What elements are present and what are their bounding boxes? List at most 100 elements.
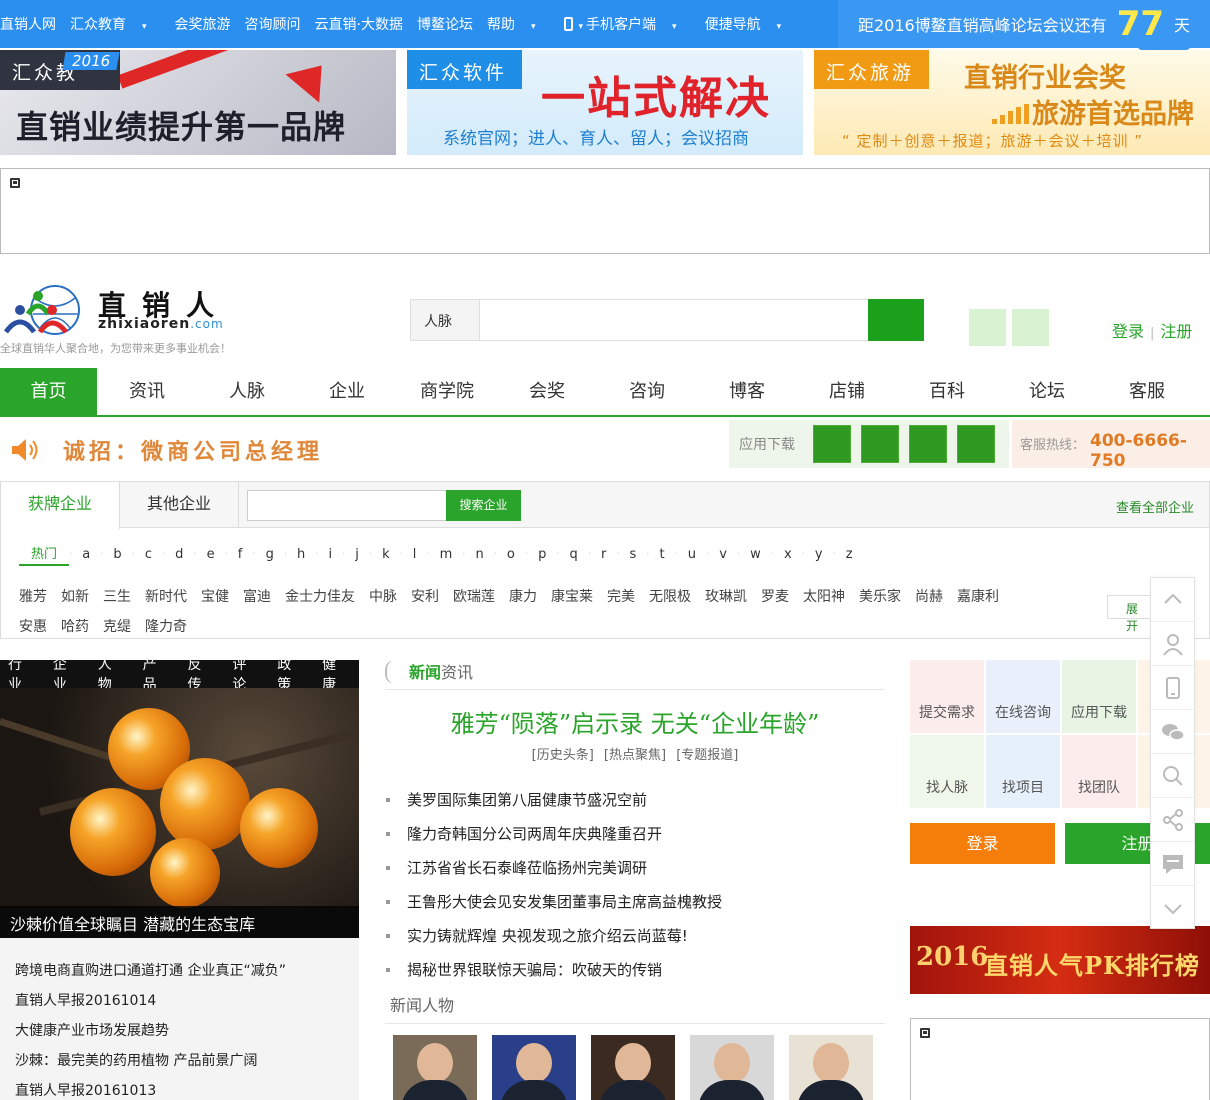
letter-f[interactable]: f [228,547,253,562]
brand-link[interactable]: 安惠 [19,619,47,635]
search-type-select[interactable]: 人脉 [411,300,480,340]
letter-p[interactable]: p [528,547,556,562]
letter-u[interactable]: u [678,547,706,562]
brand-link[interactable]: 太阳神 [803,589,845,605]
top-nav-education[interactable]: 汇众教育 ▾ [70,14,161,34]
person-photo-1[interactable] [393,1035,477,1100]
scroll-down-button[interactable] [1151,886,1194,930]
person-photo-5[interactable] [789,1035,873,1100]
brand-link[interactable]: 宝健 [201,589,229,605]
notice-text[interactable]: 诚招：微商公司总经理 [63,434,323,466]
letter-s[interactable]: s [620,547,647,562]
letter-y[interactable]: y [805,547,833,562]
quick-find-team[interactable]: 找团队 [1062,735,1136,808]
banner-software[interactable]: 汇众软件 一站式解决 系统官网；进人、育人、留人；会议招商 [407,50,803,155]
letter-e[interactable]: e [197,547,225,562]
brand-link[interactable]: 三生 [103,589,131,605]
search-input[interactable] [481,300,869,340]
brand-link[interactable]: 哈药 [61,619,89,635]
main-nav-news[interactable]: 资讯 [97,368,197,415]
letter-o[interactable]: o [497,547,525,562]
list-item[interactable]: 大健康产业市场发展趋势 [15,1020,169,1040]
company-search-button[interactable]: 搜索企业 [446,490,521,521]
main-nav-forum[interactable]: 论坛 [997,368,1097,415]
brand-link[interactable]: 罗麦 [761,589,789,605]
top-nav-consult[interactable]: 咨询顾问 [245,14,301,34]
top-nav-travel[interactable]: 会奖旅游 [175,14,231,34]
top-nav-quicknav[interactable]: 便捷导航 ▾ [705,14,796,34]
letter-r[interactable]: r [591,547,616,562]
letter-g[interactable]: g [256,547,284,562]
hotline-number[interactable]: 400-6666-750 [1090,431,1210,471]
top-nav-bigdata[interactable]: 云直销·大数据 [315,14,403,34]
quick-find-project[interactable]: 找项目 [986,735,1060,808]
view-all-companies[interactable]: 查看全部企业 [1116,497,1194,516]
letter-j[interactable]: j [345,547,369,562]
letter-x[interactable]: x [774,547,802,562]
app-icon-4[interactable] [957,425,995,463]
news-item[interactable]: 实力铸就辉煌 央视发现之旅介绍云尚蓝莓! [386,922,886,956]
news-item[interactable]: 隆力奇韩国分公司两周年庆典隆重召开 [386,820,886,854]
main-nav-blog[interactable]: 博客 [697,368,797,415]
brand-link[interactable]: 无限极 [649,589,691,605]
brand-link[interactable]: 欧瑞莲 [453,589,495,605]
top-nav-zhixiaoren[interactable]: 直销人网 [0,14,56,34]
brand-link[interactable]: 安利 [411,589,439,605]
header-register-link[interactable]: 注册 [1160,322,1192,341]
letter-h[interactable]: h [287,547,315,562]
brand-link[interactable]: 如新 [61,589,89,605]
link-hot[interactable]: [热点聚焦] [604,748,666,763]
person-photo-2[interactable] [492,1035,576,1100]
list-item[interactable]: 直销人早报20161013 [15,1080,156,1100]
news-item[interactable]: 美罗国际集团第八届健康节盛况空前 [386,786,886,820]
person-photo-4[interactable] [690,1035,774,1100]
letter-w[interactable]: w [740,547,771,562]
search-button[interactable] [868,299,924,341]
mobile-button[interactable] [1151,666,1194,710]
main-nav-mice[interactable]: 会奖 [497,368,597,415]
brand-link[interactable]: 完美 [607,589,635,605]
banner-travel[interactable]: 汇众旅游 直销行业会奖 旅游首选品牌 “ 定制＋创意＋报道；旅游＋会议＋培训 ” [814,50,1210,155]
letter-q[interactable]: q [560,547,588,562]
brand-link[interactable]: 富迪 [243,589,271,605]
tab-licensed[interactable]: 获牌企业 [1,482,120,529]
feedback-button[interactable] [1151,842,1194,886]
quick-find-network[interactable]: 找人脉 [910,735,984,808]
quick-online-consult[interactable]: 在线咨询 [986,660,1060,733]
letter-v[interactable]: v [709,547,737,562]
tab-other[interactable]: 其他企业 [120,482,239,528]
list-item[interactable]: 沙棘：最完美的药用植物 产品前景广阔 [15,1050,257,1070]
brand-link[interactable]: 玫琳凯 [705,589,747,605]
letter-m[interactable]: m [430,547,463,562]
site-logo[interactable]: 直销人 zhixiaoren.com 全球直销华人聚合地，为您带来更多事业机会！ [0,280,260,355]
banner-education[interactable]: 汇众教 2016 直销业绩提升第一品牌 [0,50,396,155]
main-nav-network[interactable]: 人脉 [197,368,297,415]
letter-z[interactable]: z [836,547,863,562]
main-nav-wiki[interactable]: 百科 [897,368,997,415]
scroll-up-button[interactable] [1151,578,1194,622]
brand-link[interactable]: 尚赫 [915,589,943,605]
main-nav-consult[interactable]: 咨询 [597,368,697,415]
brand-link[interactable]: 美乐家 [859,589,901,605]
pk-ranking-banner[interactable]: 2016 直销人气PK排行榜 [910,926,1210,994]
app-icon-3[interactable] [909,425,947,463]
wechat-button[interactable] [1151,710,1194,754]
letter-d[interactable]: d [165,547,193,562]
user-button[interactable] [1151,622,1194,666]
link-history[interactable]: [历史头条] [532,748,594,763]
brand-link[interactable]: 新时代 [145,589,187,605]
quick-submit-demand[interactable]: 提交需求 [910,660,984,733]
main-nav-service[interactable]: 客服 [1097,368,1197,415]
brand-link[interactable]: 隆力奇 [145,619,187,635]
letter-hot[interactable]: 热门 [19,543,70,566]
brand-link[interactable]: 康宝莱 [551,589,593,605]
letter-c[interactable]: c [135,547,162,562]
letter-i[interactable]: i [318,547,342,562]
link-special[interactable]: [专题报道] [676,748,738,763]
brand-link[interactable]: 金士力佳友 [285,589,355,605]
top-nav-help[interactable]: 帮助 ▾ [487,14,550,34]
main-nav-home[interactable]: 首页 [0,368,97,415]
letter-k[interactable]: k [372,547,400,562]
top-nav-forum[interactable]: 博鳌论坛 [417,14,473,34]
headline[interactable]: 雅芳“陨落”启示录 无关“企业年龄” [385,704,885,739]
